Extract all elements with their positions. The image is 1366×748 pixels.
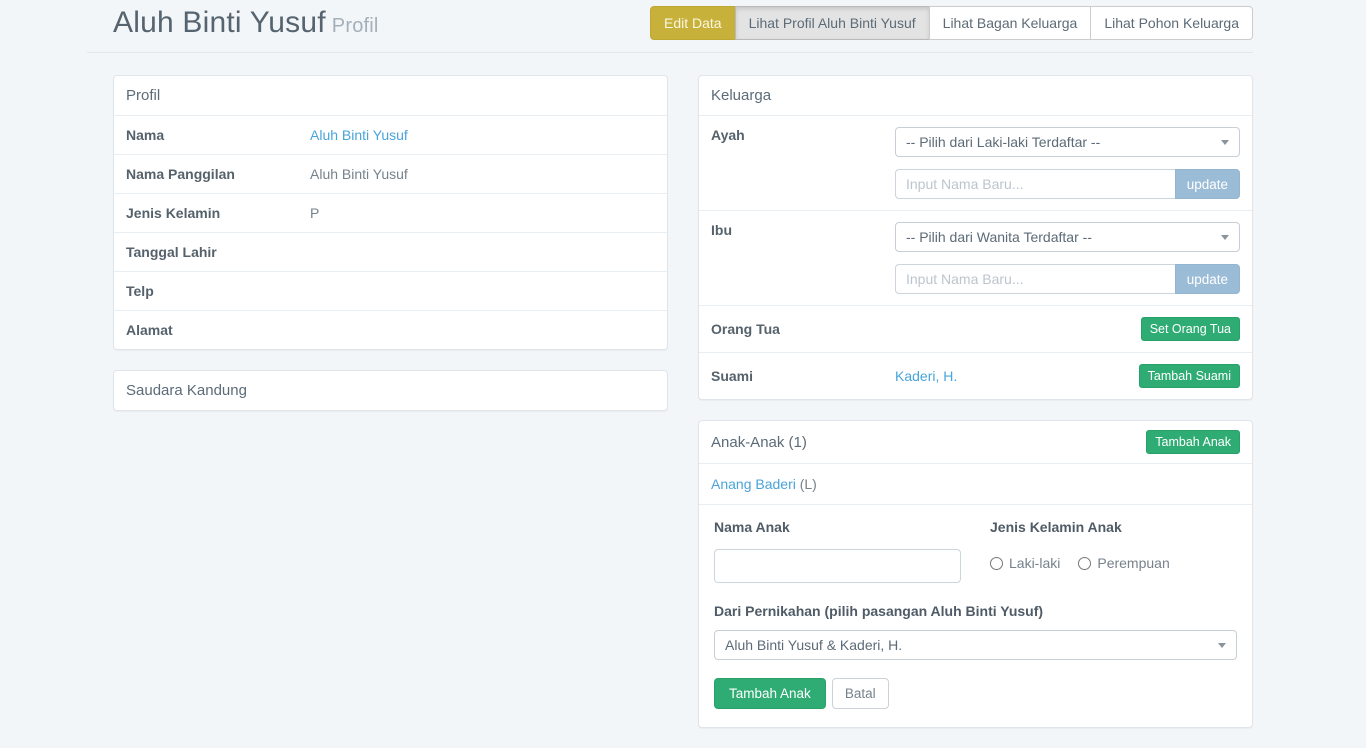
batal-button[interactable]: Batal <box>832 678 889 709</box>
mother-input-group: update <box>895 264 1240 294</box>
profile-row-nama-panggilan: Nama Panggilan Aluh Binti Yusuf <box>114 154 667 193</box>
profile-panel-title: Profil <box>114 76 667 115</box>
profile-row-alamat: Alamat <box>114 310 667 349</box>
husband-link[interactable]: Kaderi, H. <box>895 368 957 384</box>
family-panel-title: Keluarga <box>699 76 1252 115</box>
mother-update-button[interactable]: update <box>1175 264 1240 294</box>
radio-option-laki-laki[interactable]: Laki-laki <box>990 555 1060 571</box>
father-update-button[interactable]: update <box>1175 169 1240 199</box>
chevron-down-icon <box>1218 643 1226 648</box>
radio-option-label: Perempuan <box>1097 555 1169 571</box>
father-select-value: -- Pilih dari Laki-laki Terdaftar -- <box>906 134 1100 150</box>
child-name-link[interactable]: Anang Baderi <box>711 476 796 492</box>
father-controls: -- Pilih dari Laki-laki Terdaftar -- upd… <box>895 127 1240 199</box>
person-name: Aluh Binti Yusuf <box>113 6 326 39</box>
chevron-down-icon <box>1221 140 1229 145</box>
page-title: Aluh Binti Yusuf Profil <box>113 6 379 40</box>
profile-row-label: Telp <box>126 283 310 299</box>
mother-controls: -- Pilih dari Wanita Terdaftar -- update <box>895 222 1240 294</box>
page-subtitle: Profil <box>332 15 379 37</box>
marriage-select-value: Aluh Binti Yusuf & Kaderi, H. <box>725 637 902 653</box>
children-panel: Anak-Anak (1) Tambah Anak Anang Baderi (… <box>698 420 1253 728</box>
profile-row-value: Aluh Binti Yusuf <box>310 166 408 182</box>
child-name-input[interactable] <box>714 549 961 583</box>
family-row-suami: Suami Kaderi, H. Tambah Suami <box>699 352 1252 399</box>
child-gender-field-group: Jenis Kelamin Anak Laki-laki Perempuan <box>990 519 1170 583</box>
profile-row-jenis-kelamin: Jenis Kelamin P <box>114 193 667 232</box>
profile-row-value: P <box>310 205 319 221</box>
mother-select[interactable]: -- Pilih dari Wanita Terdaftar -- <box>895 222 1240 252</box>
profile-row-label: Jenis Kelamin <box>126 205 310 221</box>
father-name-input[interactable] <box>895 169 1175 199</box>
child-gender-suffix: (L) <box>796 476 817 492</box>
edit-data-button[interactable]: Edit Data <box>650 6 736 40</box>
family-row-orang-tua: Orang Tua Set Orang Tua <box>699 305 1252 352</box>
family-row-label: Ibu <box>711 222 895 238</box>
mother-select-value: -- Pilih dari Wanita Terdaftar -- <box>906 229 1092 245</box>
family-row-ibu: Ibu -- Pilih dari Wanita Terdaftar -- up… <box>699 210 1252 305</box>
set-orang-tua-button[interactable]: Set Orang Tua <box>1141 317 1240 341</box>
father-select[interactable]: -- Pilih dari Laki-laki Terdaftar -- <box>895 127 1240 157</box>
mother-name-input[interactable] <box>895 264 1175 294</box>
family-row-label: Ayah <box>711 127 895 143</box>
lihat-bagan-keluarga-button[interactable]: Lihat Bagan Keluarga <box>929 6 1092 40</box>
chevron-down-icon <box>1221 235 1229 240</box>
profile-row-label: Nama <box>126 127 310 143</box>
marriage-select[interactable]: Aluh Binti Yusuf & Kaderi, H. <box>714 630 1237 660</box>
page-header: Aluh Binti Yusuf Profil Edit Data Lihat P… <box>113 0 1253 40</box>
child-list-item: Anang Baderi (L) <box>699 463 1252 504</box>
marriage-label: Dari Pernikahan (pilih pasangan Aluh Bin… <box>714 603 1237 619</box>
child-name-label: Nama Anak <box>714 519 961 535</box>
profile-row-label: Alamat <box>126 322 310 338</box>
profile-name-link[interactable]: Aluh Binti Yusuf <box>310 127 408 143</box>
children-panel-title: Anak-Anak (1) <box>711 434 807 451</box>
profile-row-label: Nama Panggilan <box>126 166 310 182</box>
family-row-label: Orang Tua <box>711 321 780 337</box>
right-column: Keluarga Ayah -- Pilih dari Laki-laki Te… <box>698 75 1253 748</box>
lihat-profil-button[interactable]: Lihat Profil Aluh Binti Yusuf <box>735 6 930 40</box>
add-child-form-buttons: Tambah Anak Batal <box>714 678 1237 709</box>
tambah-anak-submit-button[interactable]: Tambah Anak <box>714 678 826 709</box>
siblings-panel: Saudara Kandung <box>113 370 668 411</box>
profile-row-tanggal-lahir: Tanggal Lahir <box>114 232 667 271</box>
siblings-panel-title: Saudara Kandung <box>114 371 667 410</box>
tambah-suami-button[interactable]: Tambah Suami <box>1139 364 1240 388</box>
add-child-form-grid: Nama Anak Jenis Kelamin Anak Laki-laki <box>714 519 1237 583</box>
radio-option-perempuan[interactable]: Perempuan <box>1078 555 1169 571</box>
profile-panel: Profil Nama Aluh Binti Yusuf Nama Panggi… <box>113 75 668 350</box>
tambah-anak-header-button[interactable]: Tambah Anak <box>1146 430 1240 454</box>
family-panel: Keluarga Ayah -- Pilih dari Laki-laki Te… <box>698 75 1253 400</box>
family-row-label: Suami <box>711 368 895 384</box>
laki-laki-radio[interactable] <box>990 557 1003 570</box>
child-gender-label: Jenis Kelamin Anak <box>990 519 1170 535</box>
radio-option-label: Laki-laki <box>1009 555 1060 571</box>
perempuan-radio[interactable] <box>1078 557 1091 570</box>
view-switch-button-group: Edit Data Lihat Profil Aluh Binti Yusuf … <box>650 6 1253 40</box>
child-gender-radio-row: Laki-laki Perempuan <box>990 555 1170 571</box>
profile-row-label: Tanggal Lahir <box>126 244 310 260</box>
page-container: Aluh Binti Yusuf Profil Edit Data Lihat P… <box>113 0 1253 748</box>
profile-row-nama: Nama Aluh Binti Yusuf <box>114 115 667 154</box>
family-row-ayah: Ayah -- Pilih dari Laki-laki Terdaftar -… <box>699 115 1252 210</box>
child-name-field-group: Nama Anak <box>714 519 961 583</box>
profile-row-telp: Telp <box>114 271 667 310</box>
left-column: Profil Nama Aluh Binti Yusuf Nama Panggi… <box>113 75 668 431</box>
children-panel-heading: Anak-Anak (1) Tambah Anak <box>699 421 1252 463</box>
lihat-pohon-keluarga-button[interactable]: Lihat Pohon Keluarga <box>1090 6 1253 40</box>
header-divider <box>87 52 1253 53</box>
father-input-group: update <box>895 169 1240 199</box>
add-child-form: Nama Anak Jenis Kelamin Anak Laki-laki <box>699 504 1252 727</box>
